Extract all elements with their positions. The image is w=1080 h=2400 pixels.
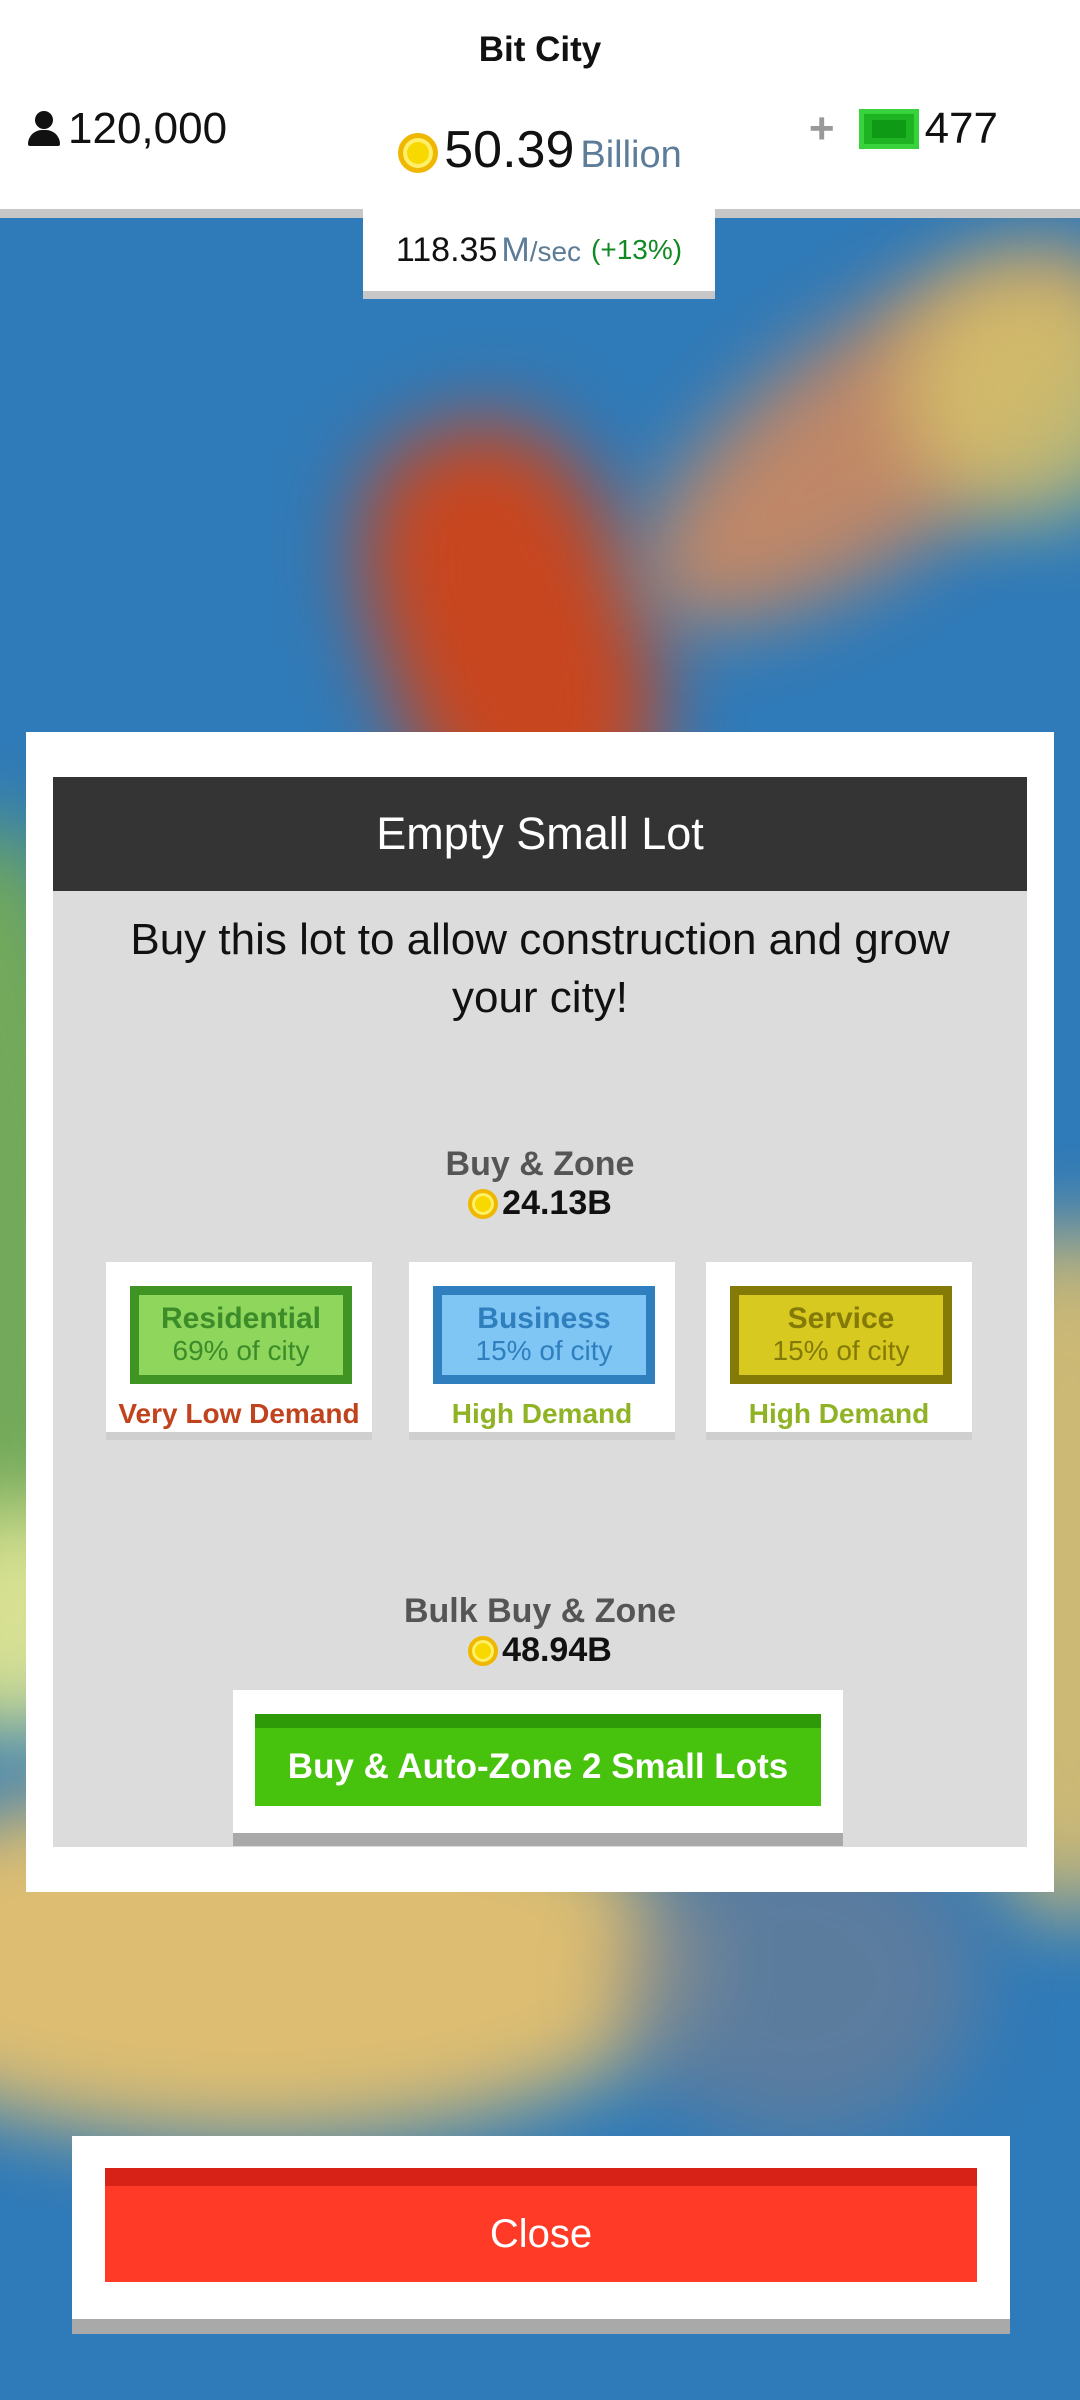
dialog-body: Empty Small Lot Buy this lot to allow co… bbox=[53, 777, 1027, 1847]
service-zone-chip: Service 15% of city bbox=[730, 1286, 952, 1384]
buy-auto-zone-button[interactable]: Buy & Auto-Zone 2 Small Lots bbox=[255, 1714, 821, 1806]
business-zone-chip: Business 15% of city bbox=[433, 1286, 655, 1384]
cash-value: 477 bbox=[924, 104, 998, 153]
zone-demand: High Demand bbox=[451, 1398, 633, 1429]
bulk-buy-price-value: 48.94B bbox=[502, 1631, 612, 1669]
dialog-title: Empty Small Lot bbox=[53, 777, 1027, 891]
residential-zone-chip: Residential 69% of city bbox=[130, 1286, 352, 1384]
zone-share: 15% of city bbox=[772, 1335, 910, 1366]
rate-value: 118.35 bbox=[395, 230, 498, 269]
buy-zone-price: 24.13B bbox=[53, 1184, 1027, 1223]
zone-share: 69% of city bbox=[172, 1335, 310, 1366]
add-cash-button[interactable]: + bbox=[809, 104, 835, 154]
zone-demand: Very Low Demand bbox=[118, 1398, 360, 1429]
zone-name: Service bbox=[787, 1302, 895, 1335]
bulk-buy-section: Bulk Buy & Zone 48.94B bbox=[53, 1592, 1027, 1670]
city-name: Bit City bbox=[478, 30, 602, 69]
bulk-buy-price: 48.94B bbox=[53, 1631, 1027, 1670]
lot-dialog: Empty Small Lot Buy this lot to allow co… bbox=[26, 732, 1054, 1892]
buy-zone-price-value: 24.13B bbox=[502, 1184, 612, 1222]
person-icon bbox=[26, 111, 62, 147]
rate-change: (+13%) bbox=[591, 234, 683, 265]
coin-icon bbox=[398, 133, 439, 173]
top-bar: Bit City 120,000 50.39 Billion + 477 bbox=[0, 0, 1080, 218]
bulk-buy-label: Bulk Buy & Zone bbox=[403, 1592, 677, 1630]
close-frame: Close bbox=[72, 2136, 1010, 2334]
zone-share: 15% of city bbox=[475, 1335, 613, 1366]
zone-residential-button[interactable]: Residential 69% of city Very Low Demand bbox=[106, 1262, 372, 1440]
zone-name: Residential bbox=[160, 1302, 322, 1335]
buy-zone-section: Buy & Zone 24.13B bbox=[53, 1145, 1027, 1223]
rate-unit: M/sec bbox=[501, 230, 582, 269]
cash-counter[interactable]: + 477 bbox=[809, 104, 998, 154]
coin-icon bbox=[468, 1635, 499, 1666]
bulk-buy-frame: Buy & Auto-Zone 2 Small Lots bbox=[233, 1690, 843, 1846]
population-value: 120,000 bbox=[68, 104, 228, 153]
dialog-description: Buy this lot to allow construction and g… bbox=[130, 915, 950, 1022]
income-rate: 118.35 M/sec (+13%) bbox=[363, 209, 715, 299]
buy-zone-label: Buy & Zone bbox=[445, 1145, 635, 1183]
zone-business-button[interactable]: Business 15% of city High Demand bbox=[409, 1262, 675, 1440]
cash-bill-icon bbox=[858, 109, 919, 149]
coin-icon bbox=[468, 1188, 499, 1219]
money-value: 50.39 bbox=[444, 121, 575, 179]
close-button[interactable]: Close bbox=[105, 2168, 977, 2282]
money-unit: Billion bbox=[580, 134, 682, 176]
zone-name: Business bbox=[477, 1302, 611, 1335]
zone-options: Residential 69% of city Very Low Demand … bbox=[53, 1262, 1027, 1442]
money-counter: 50.39 Billion bbox=[236, 120, 844, 180]
zone-service-button[interactable]: Service 15% of city High Demand bbox=[706, 1262, 972, 1440]
zone-demand: High Demand bbox=[748, 1398, 930, 1429]
population-counter: 120,000 bbox=[26, 104, 227, 154]
